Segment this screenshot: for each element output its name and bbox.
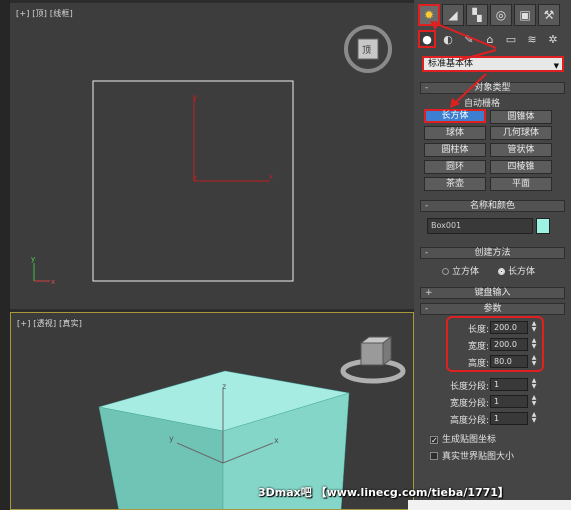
svg-text:y: y — [193, 94, 197, 102]
parameters-rollout-header[interactable]: - 参数 — [420, 303, 565, 315]
cube-radio-label: 立方体 — [452, 267, 480, 277]
hierarchy-icon: ▚ — [472, 8, 482, 22]
box-radio[interactable]: 长方体 — [498, 264, 535, 277]
utilities-icon: ⚒ — [543, 8, 555, 22]
helpers-icon[interactable]: ▭ — [502, 30, 520, 48]
height-segs-row: 高度分段: 1 ▲ ▼ — [414, 412, 571, 427]
sphere-button[interactable]: 球体 — [424, 126, 486, 140]
cone-button[interactable]: 圆锥体 — [490, 110, 552, 124]
height-segs-label: 高度分段: — [449, 416, 489, 426]
expand-icon: + — [425, 288, 433, 298]
pyramid-button[interactable]: 四棱锥 — [490, 160, 552, 174]
checkbox-empty-icon — [430, 452, 438, 460]
viewcube-persp[interactable] — [340, 336, 406, 384]
dropdown-value: 标准基本体 — [428, 59, 474, 69]
parameters-title: 参数 — [483, 304, 502, 314]
collapse-icon: - — [425, 304, 429, 314]
display-icon: ▣ — [519, 8, 531, 22]
modify-icon: ◢ — [448, 8, 458, 22]
plane-button[interactable]: 平面 — [490, 177, 552, 191]
svg-text:y: y — [169, 434, 174, 443]
teapot-button[interactable]: 茶壶 — [424, 177, 486, 191]
svg-text:z: z — [193, 174, 197, 182]
top-viewport[interactable]: [+] [顶] [线框] y z x y x 顶 — [10, 3, 414, 309]
radio-off-icon — [442, 268, 449, 275]
svg-text:z: z — [222, 382, 226, 391]
collapse-icon: - — [425, 83, 429, 93]
svg-text:y: y — [31, 255, 35, 263]
hierarchy-tab[interactable]: ▚ — [466, 4, 488, 26]
shapes-icon[interactable]: ◐ — [439, 30, 457, 48]
collapse-icon: - — [425, 201, 429, 211]
object-type-title: 对象类型 — [474, 83, 511, 93]
name-color-title: 名称和颜色 — [469, 201, 515, 211]
creation-method-rollout-header[interactable]: - 创建方法 — [420, 247, 565, 259]
keyboard-entry-rollout-header[interactable]: + 键盘输入 — [420, 287, 565, 299]
display-tab[interactable]: ▣ — [514, 4, 536, 26]
collapse-icon: - — [425, 248, 429, 258]
length-segs-label: 长度分段: — [449, 382, 489, 392]
length-segs-row: 长度分段: 1 ▲ ▼ — [414, 378, 571, 393]
command-tabs: ✹ ◢ ▚ ◎ ▣ ⚒ — [418, 4, 568, 26]
width-segs-input[interactable]: 1 — [490, 395, 528, 408]
highlight-dimensions — [446, 316, 544, 372]
object-type-rollout-header[interactable]: - 对象类型 — [420, 82, 565, 94]
object-color-swatch[interactable] — [536, 218, 550, 234]
keyboard-entry-title: 键盘输入 — [474, 288, 511, 298]
utilities-tab[interactable]: ⚒ — [538, 4, 560, 26]
top-viewport-canvas: y z x y x — [31, 25, 392, 286]
footer-bar — [408, 500, 571, 510]
perspective-canvas: z y x — [98, 336, 406, 509]
creation-method-title: 创建方法 — [474, 248, 511, 258]
torus-button[interactable]: 圆环 — [424, 160, 486, 174]
viewcube-face-label: 顶 — [362, 46, 372, 56]
create-icon: ✹ — [423, 8, 435, 22]
modify-tab[interactable]: ◢ — [442, 4, 464, 26]
motion-tab[interactable]: ◎ — [490, 4, 512, 26]
geosphere-button[interactable]: 几何球体 — [490, 126, 552, 140]
cameras-icon[interactable]: ⌂ — [481, 30, 499, 48]
svg-text:x: x — [274, 436, 279, 445]
height-segs-input[interactable]: 1 — [490, 412, 528, 425]
cylinder-button[interactable]: 圆柱体 — [424, 143, 486, 157]
primitive-type-dropdown[interactable]: 标准基本体 ▼ — [422, 56, 564, 72]
width-segs-spinner[interactable]: ▲ ▼ — [530, 395, 538, 408]
create-tab[interactable]: ✹ — [418, 4, 440, 26]
box-button[interactable]: 长方体 — [424, 109, 486, 123]
spacewarps-icon[interactable]: ≋ — [523, 30, 541, 48]
length-segs-input[interactable]: 1 — [490, 378, 528, 391]
length-segs-spinner[interactable]: ▲ ▼ — [530, 378, 538, 391]
watermark-text: 3Dmax吧 【www.linecg.com/tieba/1771】 — [258, 486, 509, 499]
lights-icon[interactable]: ✎ — [460, 30, 478, 48]
real-world-map-label: 真实世界贴图大小 — [442, 452, 515, 462]
autogrid-checkbox[interactable]: 自动栅格 — [464, 96, 500, 109]
motion-icon: ◎ — [495, 8, 507, 22]
gen-map-coords-checkbox[interactable]: ✓ 生成贴图坐标 — [430, 432, 496, 445]
tube-button[interactable]: 管状体 — [490, 143, 552, 157]
systems-icon[interactable]: ✲ — [544, 30, 562, 48]
svg-text:x: x — [51, 278, 55, 286]
create-category-icons: ● ◐ ✎ ⌂ ▭ ≋ ✲ — [418, 30, 562, 48]
width-segs-label: 宽度分段: — [449, 399, 489, 409]
svg-text:x: x — [269, 173, 273, 181]
width-segs-row: 宽度分段: 1 ▲ ▼ — [414, 395, 571, 410]
checkmark-icon: ✓ — [430, 436, 438, 445]
object-name-input[interactable]: Box001 — [427, 218, 533, 234]
app-root: [+] [顶] [线框] y z x y x 顶 [+] [透视] [真实] z… — [0, 0, 571, 510]
perspective-viewport[interactable]: [+] [透视] [真实] z y x — [10, 312, 414, 510]
box-radio-label: 长方体 — [508, 267, 536, 277]
command-panel: ✹ ◢ ▚ ◎ ▣ ⚒ ● ◐ ✎ ⌂ ▭ ≋ ✲ 标准基本体 ▼ - 对象类型… — [414, 0, 571, 510]
autogrid-label: 自动栅格 — [464, 99, 501, 109]
geometry-icon[interactable]: ● — [418, 30, 436, 48]
cube-radio[interactable]: 立方体 — [442, 264, 479, 277]
chevron-down-icon: ▼ — [553, 62, 559, 70]
radio-on-icon — [498, 268, 505, 275]
gen-map-coords-label: 生成贴图坐标 — [442, 435, 497, 445]
real-world-map-checkbox[interactable]: 真实世界贴图大小 — [430, 449, 514, 462]
height-segs-spinner[interactable]: ▲ ▼ — [530, 412, 538, 425]
name-color-rollout-header[interactable]: - 名称和颜色 — [420, 200, 565, 212]
left-toolbar-strip — [0, 0, 10, 510]
